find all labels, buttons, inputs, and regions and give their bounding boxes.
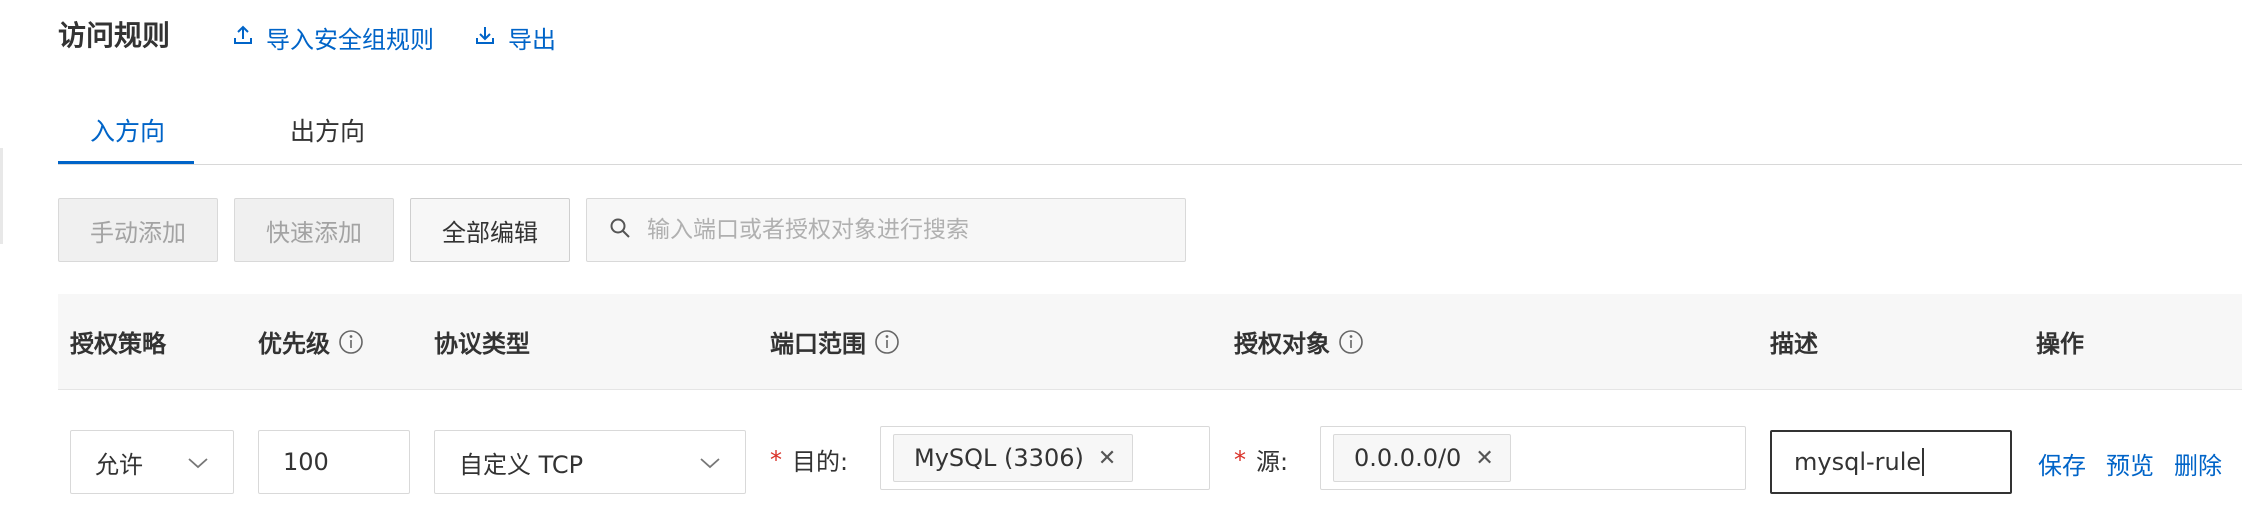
tab-outbound[interactable]: 出方向 [290,112,365,148]
export-link[interactable]: 导出 [474,20,556,55]
description-input[interactable]: mysql-rule [1770,430,2012,494]
required-marker: * [770,445,782,474]
column-auth-object-label: 授权对象 [1234,330,1330,358]
upload-icon [232,24,266,52]
import-rules-label: 导入安全组规则 [266,26,434,54]
required-marker: * [1234,445,1246,474]
description-value: mysql-rule [1794,448,1922,476]
dest-label: * 目的: [770,442,848,477]
access-rules-page: 访问规则 导入安全组规则 导出 入方向 出方向 手动添加 快速添加 全部编辑 输… [0,0,2242,518]
policy-select[interactable]: 允许 [70,430,234,494]
tab-inbound[interactable]: 入方向 [90,112,165,148]
import-rules-link[interactable]: 导入安全组规则 [232,20,434,55]
column-header-description: 描述 [1770,324,1818,359]
left-edge-handle [0,148,3,244]
close-icon[interactable]: ✕ [1098,446,1116,471]
info-icon[interactable] [874,329,900,355]
dest-port-tag: MySQL (3306) ✕ [893,434,1134,482]
close-icon[interactable]: ✕ [1475,446,1493,471]
tab-divider [58,164,2242,165]
search-box [586,198,1186,262]
page-title: 访问规则 [58,19,171,52]
source-label: * 源: [1234,442,1288,477]
search-icon [609,217,631,243]
source-tag-label: 0.0.0.0/0 [1354,444,1462,472]
column-priority-label: 优先级 [258,330,330,358]
policy-select-value: 允许 [95,450,143,479]
protocol-select-value: 自定义 TCP [459,450,584,479]
info-icon[interactable] [338,329,364,355]
text-cursor [1922,448,1925,476]
column-header-actions: 操作 [2036,324,2084,359]
dest-port-select[interactable]: MySQL (3306) ✕ [880,426,1210,490]
column-header-priority: 优先级 [258,324,364,359]
save-link[interactable]: 保存 [2038,446,2086,481]
delete-link[interactable]: 删除 [2174,446,2222,481]
export-label: 导出 [508,26,556,54]
edit-all-button[interactable]: 全部编辑 [410,198,570,262]
column-header-auth-object: 授权对象 [1234,324,1364,359]
source-tag: 0.0.0.0/0 ✕ [1333,434,1511,482]
dest-label-text: 目的: [792,448,849,476]
priority-value: 100 [283,448,329,476]
chevron-down-icon [699,448,721,476]
source-select[interactable]: 0.0.0.0/0 ✕ [1320,426,1746,490]
protocol-select[interactable]: 自定义 TCP [434,430,746,494]
manual-add-button[interactable]: 手动添加 [58,198,218,262]
quick-add-button[interactable]: 快速添加 [234,198,394,262]
column-policy-label: 授权策略 [70,330,166,358]
preview-link[interactable]: 预览 [2106,446,2154,481]
column-protocol-label: 协议类型 [434,330,530,358]
source-label-text: 源: [1256,448,1289,476]
dest-port-tag-label: MySQL (3306) [914,444,1084,472]
column-port-range-label: 端口范围 [770,330,866,358]
download-icon [474,24,508,52]
column-header-protocol: 协议类型 [434,324,530,359]
table-header [58,294,2242,390]
info-icon[interactable] [1338,329,1364,355]
column-actions-label: 操作 [2036,330,2084,358]
priority-input[interactable]: 100 [258,430,410,494]
column-header-policy: 授权策略 [70,324,166,359]
column-header-port-range: 端口范围 [770,324,900,359]
column-description-label: 描述 [1770,330,1818,358]
chevron-down-icon [187,448,209,476]
search-input[interactable] [647,217,1167,243]
